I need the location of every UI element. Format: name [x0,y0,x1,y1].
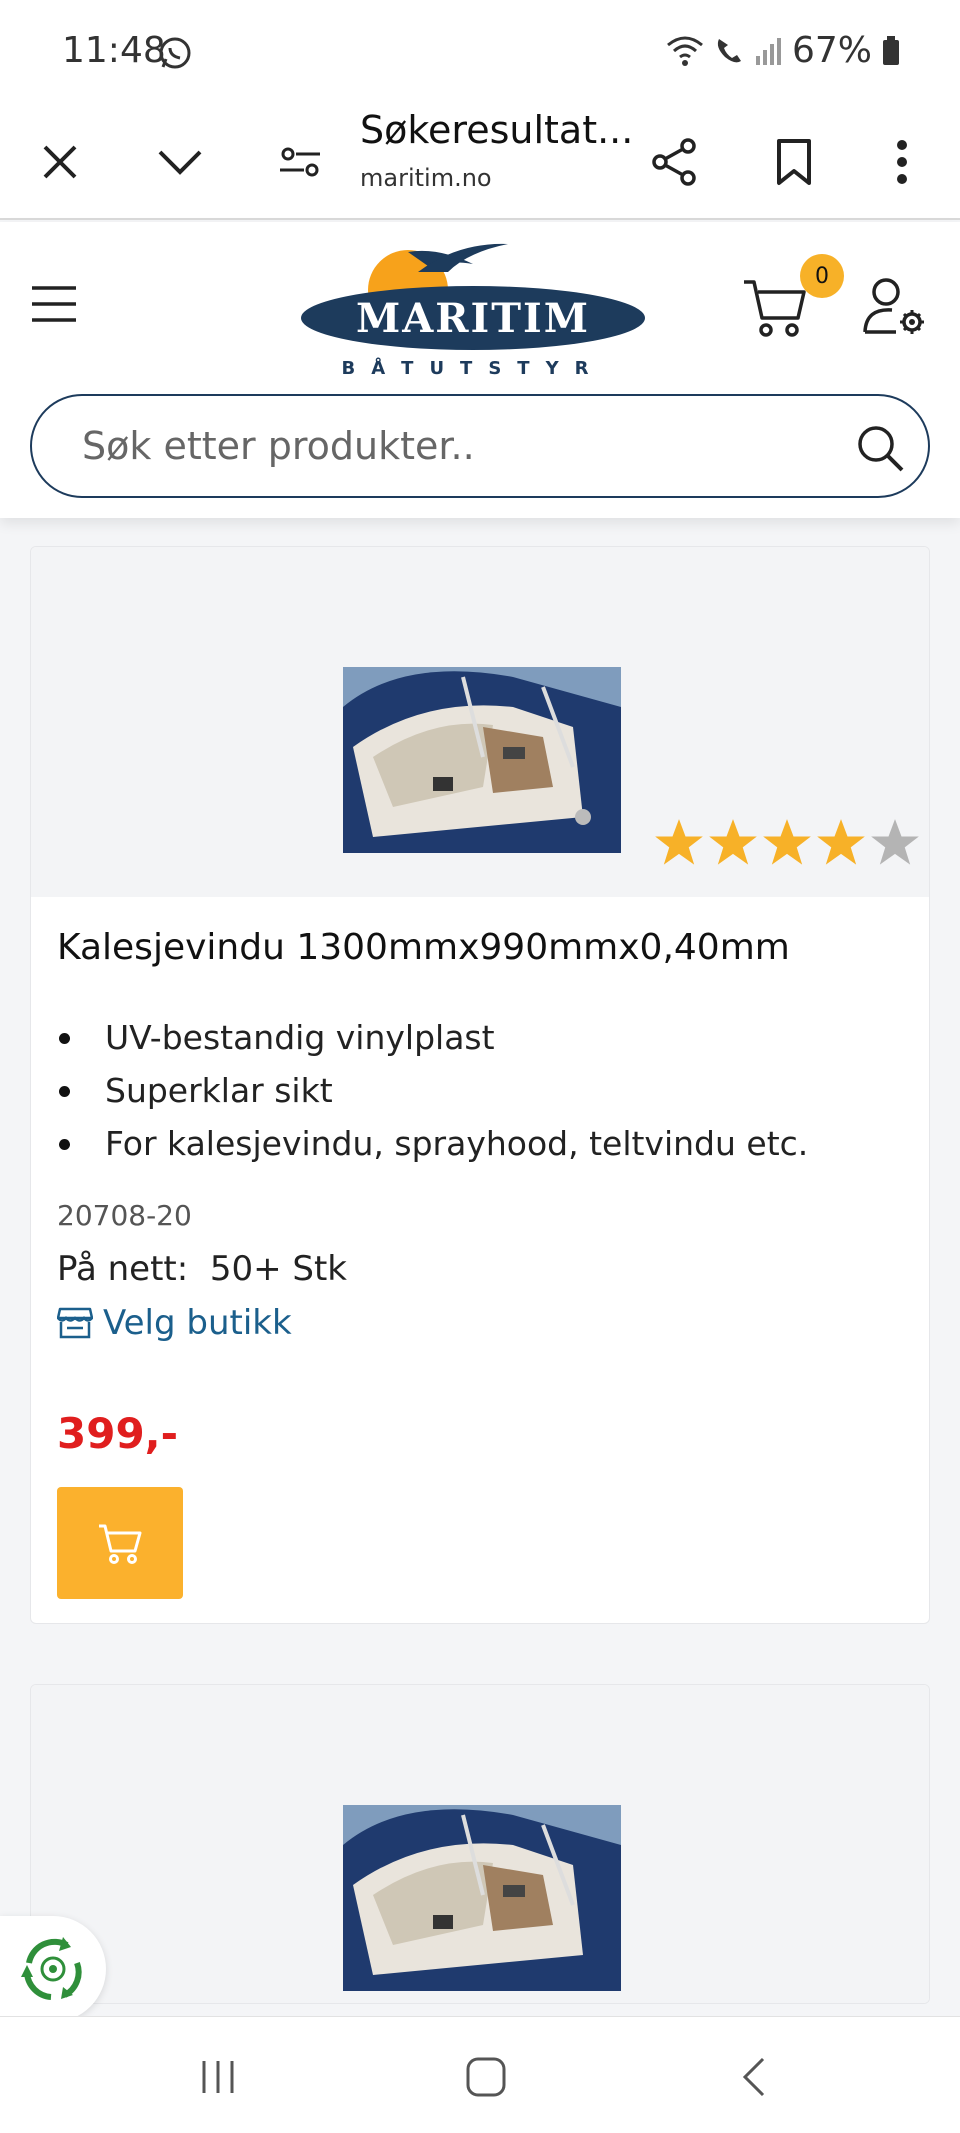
eco-widget-button[interactable] [0,1916,106,2022]
page-url[interactable]: maritim.no [360,164,492,192]
choose-store-label[interactable]: Velg butikk [103,1303,292,1343]
back-button[interactable] [724,2047,784,2107]
user-settings-icon[interactable] [862,274,928,340]
product-feature: Superklar sikt [57,1064,808,1117]
product-image[interactable] [343,667,621,853]
logo-subtext: BÅTUTSTYR [342,356,605,379]
shopping-cart-icon[interactable] [742,274,808,340]
product-price: 399,- [57,1409,179,1458]
product-card[interactable]: Kalesjevindu 1300mmx990mmx0,40mm UV-best… [30,546,930,1624]
store-icon [57,1307,93,1339]
product-feature: UV-bestandig vinylplast [57,1011,808,1064]
star-full-icon [709,819,757,865]
product-features-list: UV-bestandig vinylplast Superklar sikt F… [57,1011,808,1170]
product-rating [653,817,921,869]
star-full-icon [655,819,703,865]
more-vert-icon [897,140,907,184]
hamburger-menu-icon[interactable] [28,278,80,330]
whatsapp-icon [159,37,191,69]
cart-icon [99,1524,142,1564]
share-icon [652,138,696,186]
minimize-tab-button[interactable] [144,126,216,198]
star-full-icon [817,819,865,865]
product-card[interactable] [30,1684,930,2004]
product-image[interactable] [343,1805,621,1991]
page-settings-button[interactable] [264,126,336,198]
product-image-area[interactable] [31,547,929,897]
star-full-icon [763,819,811,865]
add-to-cart-button[interactable] [57,1487,183,1599]
wifi-call-icon [717,38,741,62]
logo-wordmark: MARITIM [356,295,590,342]
search-icon[interactable] [854,422,906,474]
bookmark-icon [777,139,811,185]
product-sku: 20708-20 [57,1199,192,1232]
search-bar[interactable] [30,394,930,498]
choose-store-link[interactable]: Velg butikk [57,1303,292,1343]
star-empty-icon [871,819,919,865]
bookmark-button[interactable] [758,126,830,198]
chevron-down-icon [158,150,202,175]
battery-percent: 67% [791,30,872,71]
home-button[interactable] [456,2047,516,2107]
cart-count-badge: 0 [800,254,844,298]
maritim-logo[interactable]: MARITIM BÅTUTSTYR [298,242,648,382]
close-tab-button[interactable] [24,126,96,198]
search-input[interactable] [82,416,842,476]
battery-icon [883,35,899,65]
home-icon [466,2057,506,2097]
browser-toolbar: Søkeresultat... maritim.no [0,104,960,220]
recent-apps-icon [202,2061,234,2093]
product-feature: For kalesjevindu, sprayhood, teltvindu e… [57,1117,808,1170]
recent-apps-button[interactable] [188,2047,248,2107]
more-options-button[interactable] [866,126,938,198]
product-stock: På nett: 50+ Stk [57,1249,347,1289]
recycle-icon [21,1937,82,2000]
product-title[interactable]: Kalesjevindu 1300mmx990mmx0,40mm [57,927,790,968]
page-settings-icon [280,147,320,177]
status-indicators: 67% [666,30,900,71]
site-header: MARITIM BÅTUTSTYR 0 [0,222,960,518]
status-bar: 11:48 67% [0,0,960,104]
system-navigation-bar [0,2016,960,2133]
signal-icon [755,37,781,65]
close-icon [43,145,77,179]
wifi-icon [667,36,703,66]
product-image-area[interactable] [31,1685,929,2003]
share-button[interactable] [638,126,710,198]
page-title[interactable]: Søkeresultat... [360,108,633,152]
status-time: 11:48 [62,30,166,71]
back-icon [742,2057,765,2097]
